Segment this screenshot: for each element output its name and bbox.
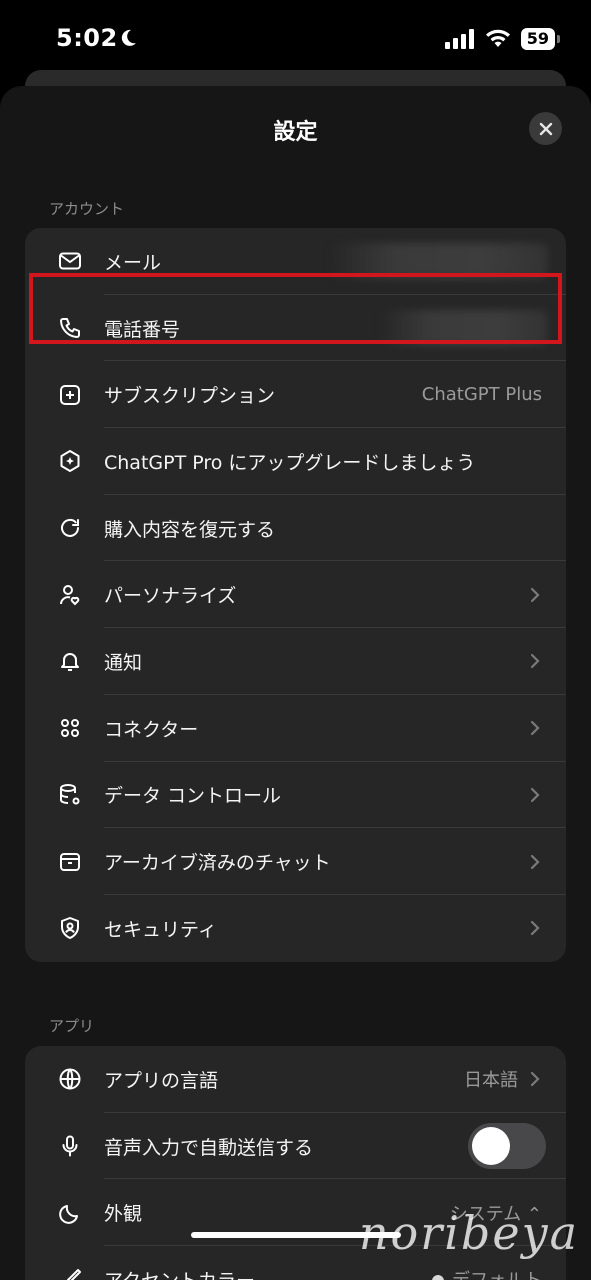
- section-label-app: アプリ: [49, 1017, 95, 1035]
- database-gear-icon: [57, 782, 83, 808]
- row-label-app-language: アプリの言語: [104, 1069, 219, 1092]
- close-icon: [539, 122, 552, 135]
- status-bar: 5:02 59: [0, 0, 591, 80]
- row-label-upgrade-pro: ChatGPT Pro にアップグレードしましょう: [104, 451, 476, 474]
- globe-icon: [57, 1066, 83, 1092]
- paintbrush-icon: [57, 1266, 83, 1280]
- shield-person-icon: [57, 915, 83, 941]
- plus-square-icon: [57, 382, 83, 408]
- section-label-account: アカウント: [49, 200, 125, 218]
- chevron-right-icon: [530, 1072, 540, 1087]
- refresh-icon: [57, 515, 83, 541]
- close-button[interactable]: [529, 112, 562, 145]
- row-label-connectors: コネクター: [104, 718, 199, 741]
- connectors-icon: [57, 715, 83, 741]
- watermark: noribeya: [358, 1206, 579, 1260]
- accent-color-value: デフォルト: [432, 1266, 542, 1280]
- row-label-archived-chats: アーカイブ済みのチャット: [104, 852, 331, 875]
- row-label-data-controls: データ コントロール: [104, 785, 282, 808]
- row-data-controls[interactable]: データ コントロール: [25, 762, 566, 829]
- row-label-restore-purchases: 購入内容を復元する: [104, 518, 276, 541]
- row-label-accent-color: アクセントカラー: [104, 1266, 255, 1280]
- signal-icon: [444, 29, 474, 49]
- row-voice-auto-send: 音声入力で自動送信する: [25, 1113, 566, 1180]
- row-connectors[interactable]: コネクター: [25, 695, 566, 762]
- status-time: 5:02: [56, 24, 118, 52]
- row-label-appearance: 外観: [104, 1203, 143, 1226]
- wifi-icon: [485, 29, 510, 47]
- row-upgrade-pro[interactable]: ChatGPT Pro にアップグレードしましょう: [25, 428, 566, 495]
- voice-auto-send-toggle[interactable]: [468, 1123, 546, 1170]
- row-personalize[interactable]: パーソナライズ: [25, 561, 566, 629]
- row-label-notifications: 通知: [104, 651, 143, 674]
- toggle-knob: [472, 1127, 510, 1166]
- microphone-icon: [57, 1133, 83, 1159]
- person-heart-icon: [57, 582, 83, 608]
- chevron-right-icon: [530, 721, 540, 736]
- page-title: 設定: [273, 120, 318, 145]
- accent-color-dot: [432, 1275, 444, 1280]
- chevron-right-icon: [530, 654, 540, 669]
- row-label-personalize: パーソナライズ: [104, 585, 237, 608]
- battery-indicator: 59: [520, 28, 561, 50]
- app-language-value: 日本語: [464, 1070, 518, 1092]
- row-subscription[interactable]: サブスクリプション ChatGPT Plus: [25, 361, 566, 429]
- row-security[interactable]: セキュリティ: [25, 895, 566, 962]
- archive-icon: [57, 849, 83, 875]
- mail-icon: [57, 248, 83, 274]
- subscription-value: ChatGPT Plus: [421, 384, 542, 406]
- row-archived-chats[interactable]: アーカイブ済みのチャット: [25, 828, 566, 895]
- row-restore-purchases[interactable]: 購入内容を復元する: [25, 495, 566, 562]
- status-indicators: 59: [444, 28, 561, 50]
- row-notifications[interactable]: 通知: [25, 628, 566, 695]
- chevron-right-icon: [530, 787, 540, 802]
- bell-icon: [57, 648, 83, 674]
- row-label-email: メール: [104, 251, 162, 274]
- row-app-language[interactable]: アプリの言語 日本語: [25, 1046, 566, 1113]
- sparkle-hexagon-icon: [57, 448, 83, 474]
- row-label-voice-auto-send: 音声入力で自動送信する: [104, 1136, 314, 1159]
- settings-sheet: 設定 アカウント メール 電話番号 サブスクリプション ChatGPT Plus…: [0, 86, 591, 1280]
- chevron-right-icon: [530, 921, 540, 936]
- highlight-box: [29, 273, 562, 344]
- chevron-right-icon: [530, 587, 540, 602]
- chevron-right-icon: [530, 854, 540, 869]
- moon-icon: [57, 1200, 83, 1226]
- moon-icon: [121, 29, 136, 46]
- row-label-security: セキュリティ: [104, 918, 217, 941]
- row-label-subscription: サブスクリプション: [104, 385, 276, 408]
